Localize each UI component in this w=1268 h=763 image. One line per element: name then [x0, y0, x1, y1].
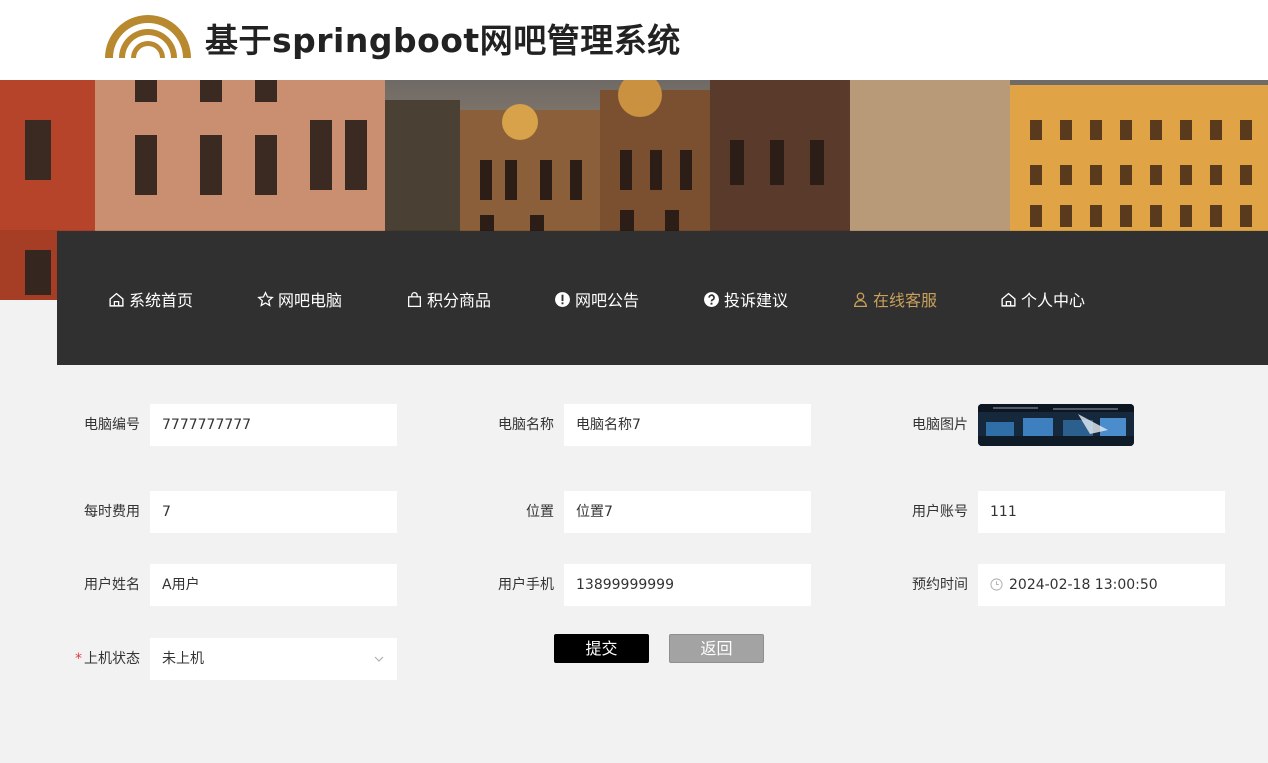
chevron-down-icon [374, 656, 384, 662]
nav-item-label: 系统首页 [129, 291, 194, 310]
logo-icon [105, 15, 191, 58]
reserve-time-value: 2024-02-18 13:00:50 [1009, 577, 1158, 593]
question-circle-icon [704, 291, 719, 307]
nav-item-notices[interactable]: 网吧公告 [554, 286, 639, 312]
user-account-input[interactable]: 111 [978, 491, 1225, 533]
home-icon [109, 292, 124, 307]
computer-name-label: 电脑名称 [498, 417, 554, 433]
info-circle-icon [555, 291, 570, 307]
user-account-label: 用户账号 [912, 504, 968, 520]
nav-item-label: 网吧电脑 [278, 291, 343, 310]
nav-item-label: 积分商品 [427, 291, 492, 310]
location-label: 位置 [526, 504, 554, 520]
computer-no-label: 电脑编号 [84, 417, 140, 433]
user-phone-label: 用户手机 [498, 577, 554, 593]
nav-item-personal-center[interactable]: 个人中心 [1000, 286, 1085, 312]
nav-item-points-goods[interactable]: 积分商品 [406, 286, 491, 312]
user-icon [853, 291, 868, 307]
user-phone-input[interactable]: 13899999999 [564, 564, 811, 606]
nav-item-label: 投诉建议 [724, 291, 789, 310]
back-button[interactable]: 返回 [669, 634, 764, 663]
status-select[interactable]: 未上机 [150, 638, 397, 680]
nav-item-label: 网吧公告 [575, 291, 640, 310]
home-icon [1001, 292, 1016, 307]
computer-image[interactable] [978, 404, 1134, 446]
hourly-fee-label: 每时费用 [84, 504, 140, 520]
reserve-time-label: 预约时间 [912, 577, 968, 593]
status-label: * 上机状态 [60, 638, 140, 680]
submit-button[interactable]: 提交 [554, 634, 649, 663]
shopping-bag-icon [408, 291, 421, 307]
site-title: 基于springboot网吧管理系统 [205, 21, 681, 60]
star-icon [257, 290, 274, 307]
computer-image-label: 电脑图片 [912, 417, 968, 433]
main-nav: 系统首页 网吧电脑 积分商品 网吧公告 投诉建议 在线客服 个人中心 [57, 231, 1268, 365]
site-header: 基于springboot网吧管理系统 [0, 0, 1268, 80]
user-name-input[interactable]: A用户 [150, 564, 397, 606]
clock-icon [990, 578, 1003, 591]
user-name-label: 用户姓名 [84, 577, 140, 593]
nav-item-computers[interactable]: 网吧电脑 [257, 286, 342, 312]
nav-item-home[interactable]: 系统首页 [108, 286, 193, 312]
location-input[interactable]: 位置7 [564, 491, 811, 533]
reserve-time-input[interactable]: 2024-02-18 13:00:50 [978, 564, 1225, 606]
status-select-value: 未上机 [162, 651, 204, 667]
nav-item-online-service[interactable]: 在线客服 [852, 286, 937, 312]
computer-name-input[interactable]: 电脑名称7 [564, 404, 811, 446]
nav-item-label: 个人中心 [1021, 291, 1086, 310]
status-label-text: 上机状态 [84, 651, 140, 667]
required-mark: * [75, 651, 82, 667]
nav-item-label: 在线客服 [873, 291, 938, 310]
nav-item-complaints[interactable]: 投诉建议 [703, 286, 788, 312]
computer-no-input[interactable]: 7777777777 [150, 404, 397, 446]
hourly-fee-input[interactable]: 7 [150, 491, 397, 533]
